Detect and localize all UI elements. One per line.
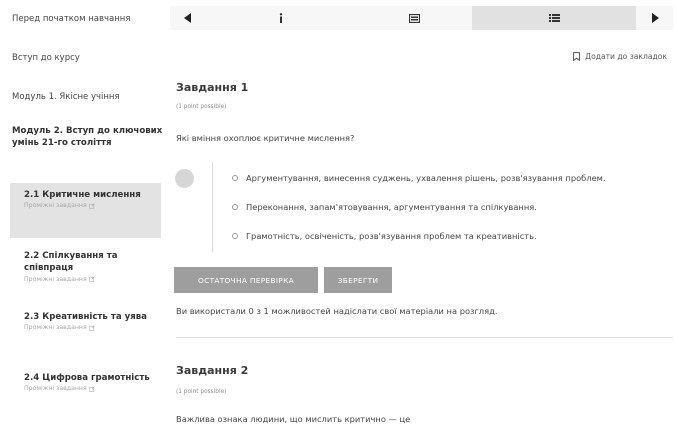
bookmark-button[interactable]: Додати до закладок <box>573 52 667 61</box>
answer-option-label: Аргументування, винесення суджень, ухвал… <box>246 173 606 183</box>
attempts-info: Ви використали 0 з 1 можливостей надісла… <box>176 306 498 316</box>
final-check-button[interactable]: ОСТАТОЧНА ПЕРЕВІРКА <box>174 267 318 293</box>
subsection-title: 2.3 Креативність та уява <box>24 312 147 322</box>
sidebar-current-module[interactable]: Модуль 2. Вступ до ключових умінь 21-го … <box>0 125 164 150</box>
subsection-title: 2.2 Спілкування та співпраця <box>24 251 118 274</box>
unit-tab-info[interactable] <box>206 6 356 30</box>
video-icon <box>408 13 420 23</box>
problem-2-question: Важлива ознака людини, що мислить критич… <box>176 414 411 424</box>
subsection-title: 2.4 Цифрова грамотність <box>24 373 150 383</box>
sequence-navigation <box>170 6 673 30</box>
unit-tab-problem-list[interactable] <box>472 6 636 30</box>
problem-list-icon <box>548 14 560 22</box>
radio-button[interactable] <box>232 175 238 181</box>
radio-button[interactable] <box>232 233 238 239</box>
edit-icon <box>88 203 95 209</box>
problem-divider <box>176 337 673 338</box>
sidebar-item-intro[interactable]: Вступ до курсу <box>0 53 164 64</box>
subsection-subtitle: Проміжні завдання <box>24 324 161 331</box>
status-indicator <box>175 169 194 188</box>
answer-option-3[interactable]: Грамотність, освіченість, розв'язування … <box>232 231 537 241</box>
sidebar-subsection-creativity[interactable]: 2.3 Креативність та уява Проміжні завдан… <box>10 305 161 360</box>
subsection-title: 2.1 Критичне мислення <box>24 190 141 200</box>
problem-2-title: Завдання 2 <box>176 364 249 377</box>
subsection-subtitle: Проміжні завдання <box>24 276 161 283</box>
problem-1-title: Завдання 1 <box>176 81 249 94</box>
sidebar-item-before-start[interactable]: Перед початком навчання <box>0 14 164 25</box>
edit-icon <box>88 386 95 392</box>
answer-option-1[interactable]: Аргументування, винесення суджень, ухвал… <box>232 173 606 183</box>
problem-1-question: Які вміння охоплює критичне мислення? <box>176 133 355 143</box>
course-outline-sidebar: Перед початком навчання Вступ до курсу М… <box>0 0 164 428</box>
next-unit-button[interactable] <box>636 6 673 30</box>
bookmark-label: Додати до закладок <box>585 52 667 61</box>
answer-option-2[interactable]: Переконання, запам'ятовування, аргументу… <box>232 202 537 212</box>
sidebar-subsection-communication[interactable]: 2.2 Спілкування та співпраця Проміжні за… <box>10 244 161 299</box>
sidebar-item-module-1[interactable]: Модуль 1. Якісне учіння <box>0 92 164 103</box>
arrow-right-icon <box>651 13 659 23</box>
info-icon <box>279 13 283 23</box>
problem-1-points: (1 point possible) <box>176 104 227 110</box>
answer-option-label: Грамотність, освіченість, розв'язування … <box>246 231 537 241</box>
problem-2-points: (1 point possible) <box>176 389 227 395</box>
options-divider <box>212 162 213 252</box>
answer-option-label: Переконання, запам'ятовування, аргументу… <box>246 202 537 212</box>
radio-button[interactable] <box>232 204 238 210</box>
sidebar-subsection-digital-literacy[interactable]: 2.4 Цифрова грамотність Проміжні завданн… <box>10 366 161 421</box>
unit-tab-video[interactable] <box>356 6 472 30</box>
subsection-subtitle: Проміжні завдання <box>24 385 161 392</box>
arrow-left-icon <box>184 13 191 23</box>
previous-unit-button[interactable] <box>170 6 206 30</box>
sidebar-subsection-critical-thinking[interactable]: 2.1 Критичне мислення Проміжні завдання <box>10 183 161 238</box>
save-button[interactable]: ЗБЕРЕГТИ <box>324 267 392 293</box>
edit-icon <box>88 276 95 283</box>
edit-icon <box>88 325 95 331</box>
bookmark-icon <box>573 52 581 61</box>
subsection-subtitle: Проміжні завдання <box>24 202 161 209</box>
